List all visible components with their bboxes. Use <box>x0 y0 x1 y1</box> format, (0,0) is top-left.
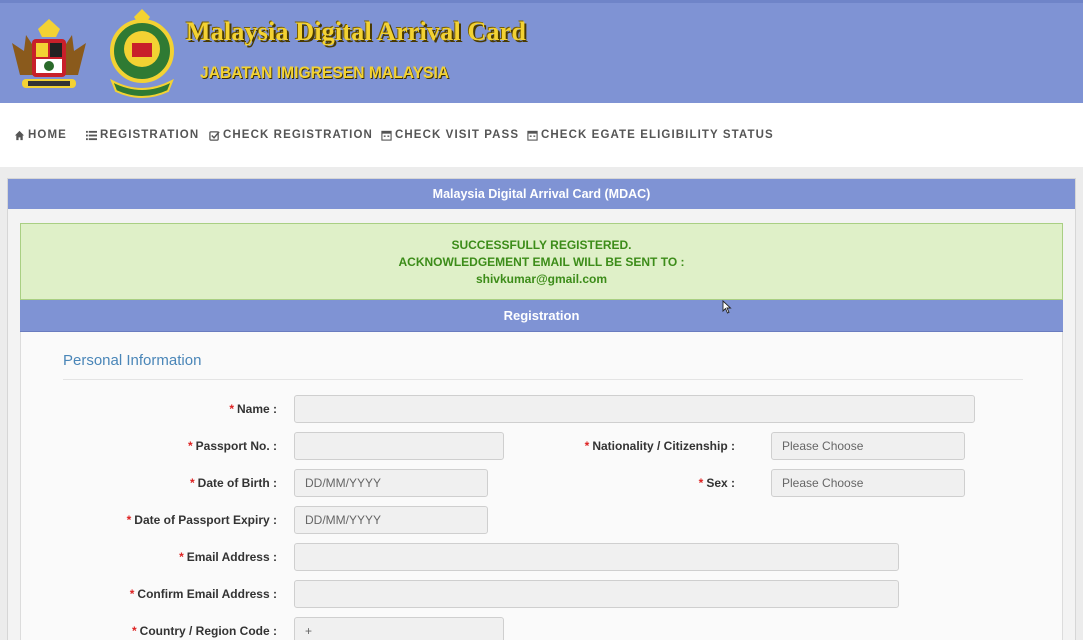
country-code-label: * Country / Region Code : <box>132 624 277 638</box>
name-input[interactable] <box>294 395 975 423</box>
malaysia-coat-of-arms-icon <box>12 19 86 88</box>
panel-title: Malaysia Digital Arrival Card (MDAC) <box>8 179 1075 209</box>
sex-select[interactable]: Please Choose <box>771 469 965 497</box>
immigration-department-crest-icon <box>110 9 174 98</box>
passport-input[interactable] <box>294 432 504 460</box>
nav-check-registration[interactable]: CHECK REGISTRATION <box>209 129 373 141</box>
header-banner: Malaysia Digital Arrival Card JABATAN IM… <box>0 0 1083 103</box>
nav-home-label: HOME <box>28 129 67 141</box>
calendar-icon <box>527 130 538 141</box>
app-subtitle: JABATAN IMIGRESEN MALAYSIA <box>200 63 450 82</box>
top-nav: HOME REGISTRATION CHECK REGISTRATION CHE… <box>0 103 1083 167</box>
success-email: shivkumar@gmail.com <box>475 272 608 286</box>
home-icon <box>14 130 25 140</box>
passport-expiry-label: * Date of Passport Expiry : <box>126 513 277 527</box>
nav-home[interactable]: HOME <box>14 129 67 141</box>
email-label: * Email Address : <box>179 550 277 564</box>
passport-expiry-input[interactable]: DD/MM/YYYY <box>294 506 488 534</box>
mdac-panel: Malaysia Digital Arrival Card (MDAC) SUC… <box>7 178 1076 640</box>
check-icon <box>209 130 220 141</box>
registration-header: Registration <box>20 300 1063 332</box>
registration-form: Personal Information * Name : * Passport N… <box>20 332 1063 640</box>
nav-check-visit-pass-label: CHECK VISIT PASS <box>395 129 520 141</box>
nav-check-egate-label: CHECK EGATE ELIGIBILITY STATUS <box>541 129 774 141</box>
calendar-icon <box>381 130 392 141</box>
success-line-1: SUCCESSFULLY REGISTERED. <box>451 238 632 252</box>
mouse-cursor-icon <box>722 300 732 314</box>
nav-registration[interactable]: REGISTRATION <box>86 129 199 141</box>
nav-registration-label: REGISTRATION <box>100 129 200 141</box>
nationality-label: * Nationality / Citizenship : <box>584 439 735 453</box>
nav-check-egate[interactable]: CHECK EGATE ELIGIBILITY STATUS <box>527 129 774 141</box>
nationality-select[interactable]: Please Choose <box>771 432 965 460</box>
nav-check-registration-label: CHECK REGISTRATION <box>223 129 373 141</box>
success-alert: SUCCESSFULLY REGISTERED. ACKNOWLEDGEMENT… <box>20 223 1063 300</box>
sex-label: * Sex : <box>698 476 735 490</box>
confirm-email-label: * Confirm Email Address : <box>129 587 277 601</box>
dob-input[interactable]: DD/MM/YYYY <box>294 469 488 497</box>
section-divider <box>63 379 1023 380</box>
passport-label: * Passport No. : <box>187 439 277 453</box>
email-input[interactable] <box>294 543 899 571</box>
app-title: Malaysia Digital Arrival Card <box>186 17 527 46</box>
section-title: Personal Information <box>63 352 202 369</box>
name-label: * Name : <box>229 402 277 416</box>
dob-label: * Date of Birth : <box>189 476 277 490</box>
nav-check-visit-pass[interactable]: CHECK VISIT PASS <box>381 129 519 141</box>
success-line-2: ACKNOWLEDGEMENT EMAIL WILL BE SENT TO : <box>398 255 685 269</box>
confirm-email-input[interactable] <box>294 580 899 608</box>
country-code-input[interactable]: + <box>294 617 504 640</box>
list-icon <box>86 130 97 140</box>
